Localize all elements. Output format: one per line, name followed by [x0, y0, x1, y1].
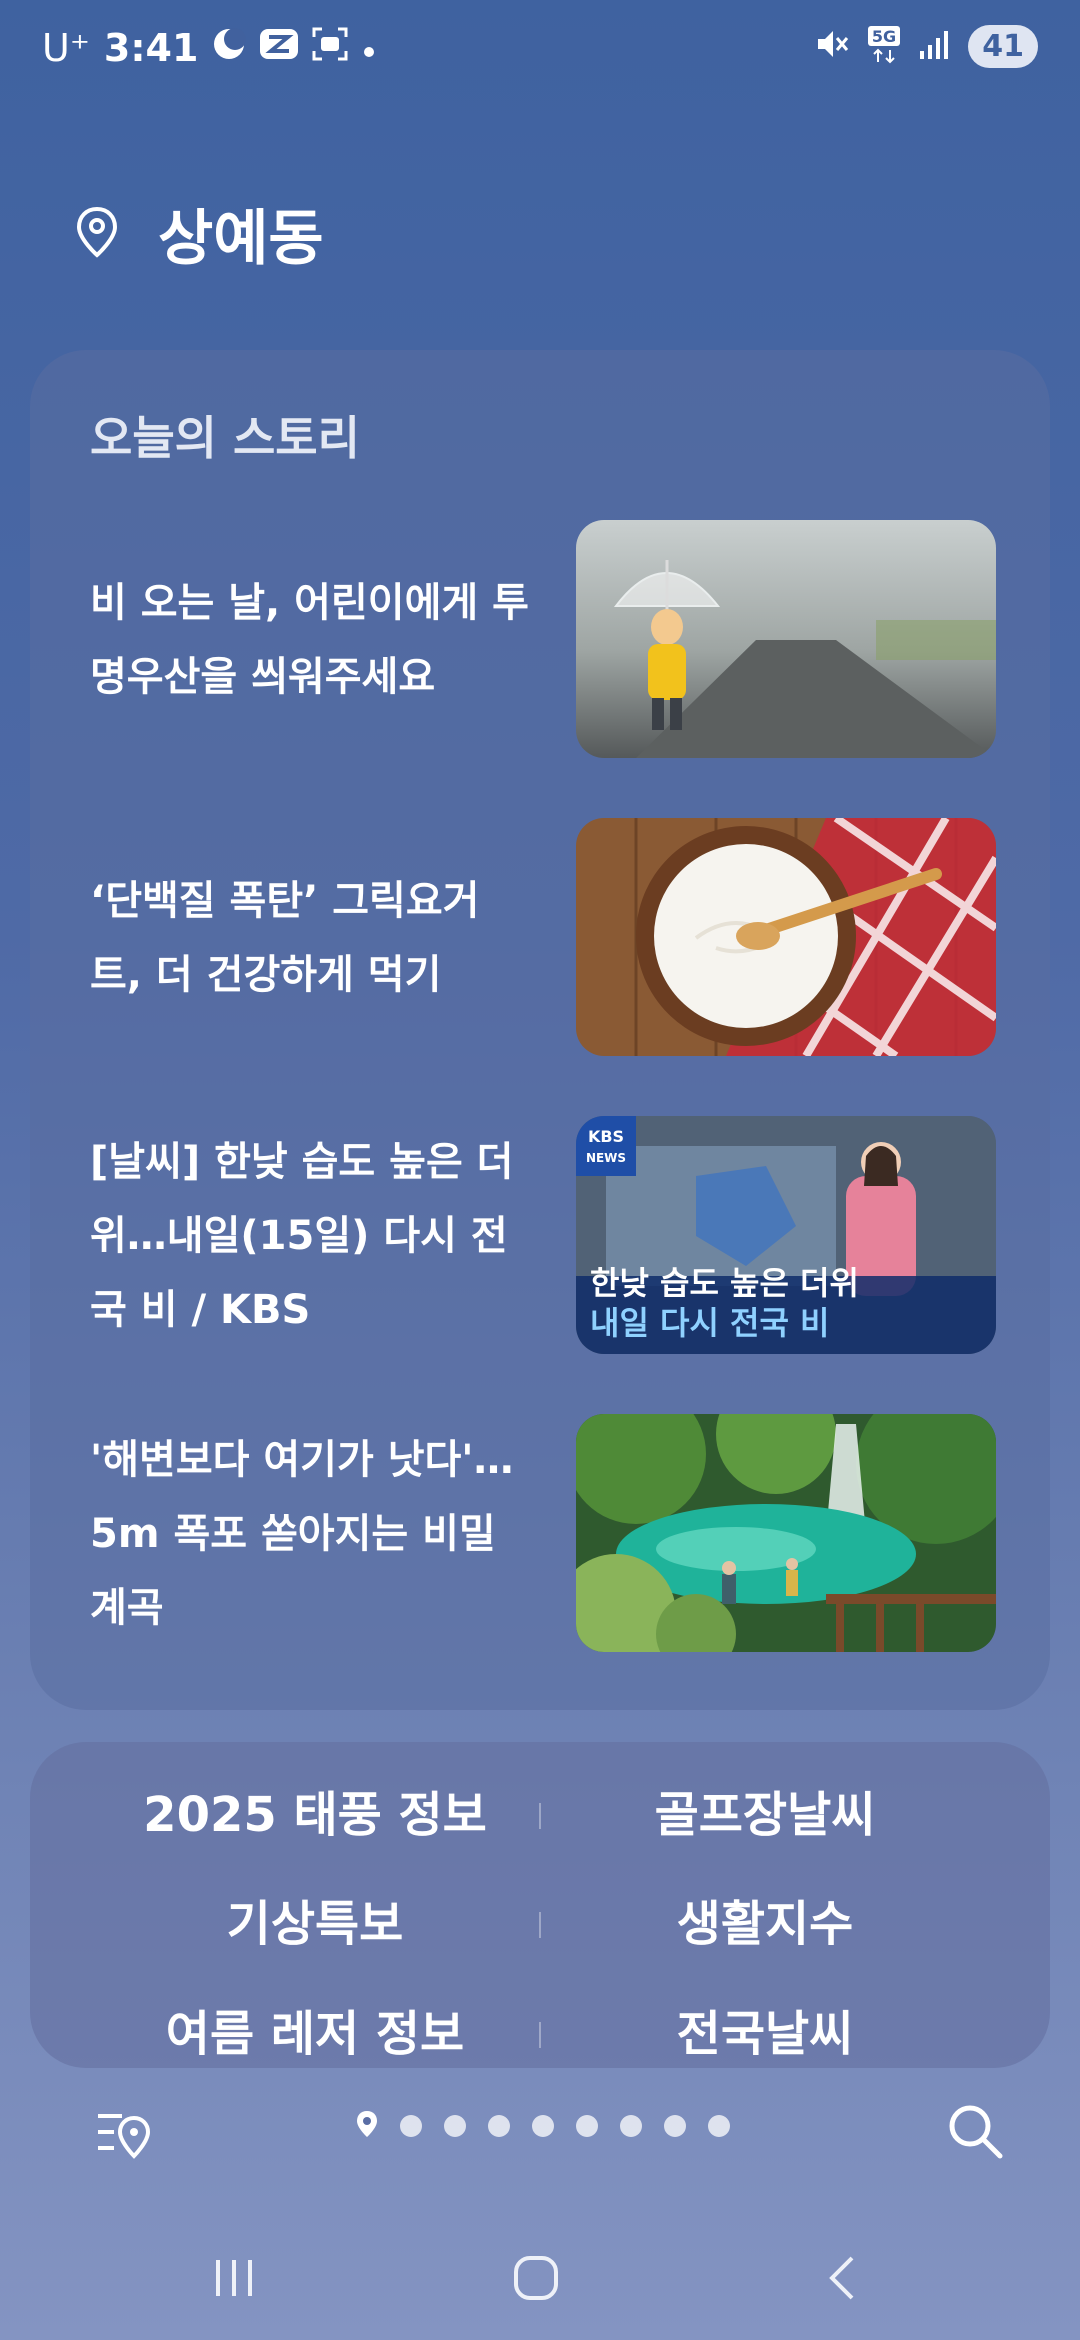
page-dot	[576, 2115, 598, 2137]
link-living-index[interactable]: 생활지수	[540, 1884, 990, 1964]
link-national-weather[interactable]: 전국날씨	[540, 1994, 990, 2074]
clock: 3:41	[103, 26, 199, 70]
home-icon[interactable]	[512, 2254, 560, 2306]
kbs-logo-text: KBS	[588, 1127, 624, 1146]
quick-links-row: 기상특보 생활지수	[30, 1884, 1050, 1964]
location-list-icon[interactable]	[96, 2104, 152, 2164]
location-header[interactable]: 상예동	[76, 190, 324, 277]
bottom-toolbar	[0, 2090, 1080, 2180]
screenshot-icon	[312, 27, 348, 70]
system-navigation-bar	[0, 2230, 1080, 2340]
page-dot	[400, 2115, 422, 2137]
quick-links-row: 2025 태풍 정보 골프장날씨	[30, 1775, 1050, 1855]
story-thumbnail-child-umbrella	[576, 520, 996, 758]
story-item-greek-yogurt[interactable]: ‘단백질 폭탄’ 그릭요거트, 더 건강하게 먹기	[90, 818, 1010, 1058]
carrier-label: U⁺	[42, 26, 90, 70]
quick-links-card: 2025 태풍 정보 골프장날씨 기상특보 생활지수 여름 레저 정보 전국날씨	[30, 1742, 1050, 2068]
news-logo-text: NEWS	[586, 1151, 626, 1165]
story-item-umbrella[interactable]: 비 오는 날, 어린이에게 투명우산을 씌워주세요	[90, 520, 1010, 760]
location-title: 상예동	[158, 204, 324, 274]
story-thumbnail-yogurt-bowl	[576, 818, 996, 1056]
kbs-headline-line2: 내일 다시 전국 비	[590, 1304, 830, 1342]
story-title: ‘단백질 폭탄’ 그릭요거트, 더 건강하게 먹기	[90, 878, 480, 998]
page-indicator[interactable]	[356, 2110, 730, 2142]
page-dot	[664, 2115, 686, 2137]
today-story-card: 오늘의 스토리 비 오는 날, 어린이에게 투명우산을 씌워주세요 ‘단백질 폭…	[30, 350, 1050, 1710]
story-title: '해변보다 여기가 낫다'… 5m 폭포 쏟아지는 비밀 계곡	[90, 1437, 514, 1631]
page-dot	[620, 2115, 642, 2137]
link-typhoon-info[interactable]: 2025 태풍 정보	[90, 1775, 540, 1855]
network-label: 5G	[872, 27, 896, 46]
search-icon[interactable]	[946, 2102, 1004, 2164]
status-bar: U⁺ 3:41 5G 41	[0, 0, 1080, 100]
notification-z-icon	[260, 28, 299, 68]
location-pin-icon	[76, 206, 118, 262]
dot-icon	[362, 28, 376, 68]
signal-icon	[918, 29, 952, 63]
link-weather-warning[interactable]: 기상특보	[90, 1884, 540, 1964]
page-dot	[532, 2115, 554, 2137]
story-item-secret-valley[interactable]: '해변보다 여기가 낫다'… 5m 폭포 쏟아지는 비밀 계곡	[90, 1414, 1010, 1654]
story-title: [날씨] 한낮 습도 높은 더위…내일(15일) 다시 전국 비 / KBS	[90, 1139, 514, 1333]
current-location-pin-icon	[356, 2110, 378, 2142]
moon-icon	[212, 27, 247, 70]
story-title: 비 오는 날, 어린이에게 투명우산을 씌워주세요	[90, 580, 529, 700]
story-heading: 오늘의 스토리	[90, 411, 360, 465]
page-dot	[488, 2115, 510, 2137]
recent-apps-icon[interactable]	[212, 2256, 256, 2304]
network-5g-icon: 5G	[866, 24, 902, 68]
story-item-kbs-weather[interactable]: [날씨] 한낮 습도 높은 더위…내일(15일) 다시 전국 비 / KBS K…	[90, 1116, 1010, 1356]
story-thumbnail-waterfall-valley	[576, 1414, 996, 1652]
page-dot	[444, 2115, 466, 2137]
link-golf-weather[interactable]: 골프장날씨	[540, 1775, 990, 1855]
story-thumbnail-kbs-news: KBS NEWS 한낮 습도 높은 더위 내일 다시 전국 비	[576, 1116, 996, 1354]
quick-links-row: 여름 레저 정보 전국날씨	[30, 1994, 1050, 2074]
back-icon[interactable]	[824, 2254, 860, 2306]
kbs-headline-line1: 한낮 습도 높은 더위	[590, 1264, 859, 1302]
link-summer-leisure[interactable]: 여름 레저 정보	[90, 1994, 540, 2074]
mute-icon	[814, 26, 850, 66]
page-dot	[708, 2115, 730, 2137]
battery-indicator: 41	[968, 24, 1038, 68]
